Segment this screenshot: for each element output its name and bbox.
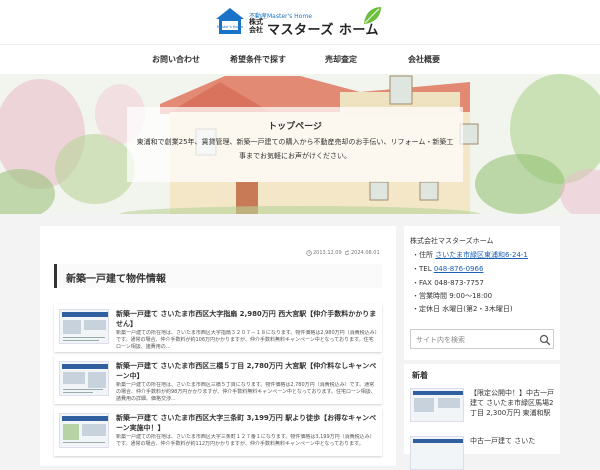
site-logo[interactable]: Master's Home 不動産Master's Home 株式会社 マスター…: [215, 5, 385, 39]
sidebar-holiday: ・定休日 水曜日(第2・3木曜日): [412, 305, 513, 313]
tel-label: ・TEL: [412, 265, 434, 273]
main-content: 2013.12.09 2024.08.01 新築一戸建て物件情報 新築一戸建て …: [40, 226, 396, 466]
section-heading: 新築一戸建て物件情報: [54, 264, 382, 288]
global-nav: お問い合わせ 希望条件で探す 売却査定 会社概要: [0, 44, 600, 74]
sidebar-hours: ・営業時間 9:00～18:00: [412, 292, 493, 300]
post-excerpt: 新築一戸建ての所在地は、さいたま市西区三橋５丁目になります。物件価格は2,780…: [116, 382, 376, 402]
hero-description: 東浦和で創業25年、賃貸管理、新築一戸建ての購入から不動産売却のお手伝い、リフォ…: [136, 138, 454, 160]
site-search-input[interactable]: サイト内を検索: [410, 329, 554, 349]
post-title[interactable]: 新築一戸建て さいたま市西区三橋５丁目 2,780万円 大宮駅【仲介料なしキャン…: [116, 361, 378, 381]
post-excerpt: 新築一戸建ての所在地は、さいたま市西区大字指扇３２０７－１８になります。物件価格…: [116, 330, 378, 350]
sidebar-tel: ・TEL 048-876-0966: [412, 264, 483, 274]
post-excerpt: 新築一戸建ての所在地は、さいたま市西区大字三条町１２７番１になります。物件価格は…: [116, 434, 375, 447]
post-card[interactable]: 新築一戸建て さいたま市西区大字指扇 2,980万円 西大宮駅【仲介手数料かかり…: [54, 304, 382, 352]
page-title: トップページ: [268, 122, 322, 132]
post-thumbnail[interactable]: [59, 413, 109, 448]
updated-date: 2024.08.01: [351, 250, 380, 256]
site-header: Master's Home 不動産Master's Home 株式会社 マスター…: [0, 0, 600, 44]
nav-item-search-conditions[interactable]: 希望条件で探す: [212, 45, 304, 75]
new-post-title[interactable]: 中古一戸建て さいた: [470, 436, 556, 446]
logo-house-text: Master's Home: [217, 25, 243, 29]
sidebar-company-info: 株式会社マスターズホーム ・住所 さいたま市緑区東浦和6-24-1 ・TEL 0…: [404, 226, 560, 360]
house-logo-icon: Master's Home: [216, 8, 244, 34]
post-title[interactable]: 新築一戸建て さいたま市西区大字三条町 3,199万円 駅より徒歩【お得なキャン…: [116, 413, 378, 433]
address-label: ・住所: [412, 251, 436, 259]
nav-item-company-profile[interactable]: 会社概要: [378, 45, 470, 75]
address-link[interactable]: さいたま市緑区東浦和6-24-1: [435, 251, 528, 259]
refresh-icon: [344, 250, 350, 256]
search-placeholder: サイト内を検索: [416, 336, 465, 344]
new-post-thumbnail[interactable]: [410, 436, 464, 470]
post-card[interactable]: 新築一戸建て さいたま市西区大字三条町 3,199万円 駅より徒歩【お得なキャン…: [54, 408, 382, 456]
new-post-thumbnail[interactable]: [410, 388, 464, 422]
sidebar-company-title: 株式会社マスターズホーム: [410, 237, 494, 245]
tel-link[interactable]: 048-876-0966: [434, 265, 484, 273]
clock-icon: [306, 250, 312, 256]
post-thumbnail[interactable]: [59, 361, 109, 396]
nav-item-sale-appraisal[interactable]: 売却査定: [295, 45, 387, 75]
new-post-title[interactable]: 【限定公開中！】中古一戸建て さいたま市緑区馬場2丁目 2,300万円 東浦和駅: [470, 388, 556, 418]
logo-corp-text: 株式会社: [249, 18, 263, 34]
post-title[interactable]: 新築一戸建て さいたま市西区大字指扇 2,980万円 西大宮駅【仲介手数料かかり…: [116, 309, 378, 329]
new-posts-title: 新着: [412, 371, 428, 380]
search-icon[interactable]: [539, 334, 551, 346]
hero-caption-box: トップページ 東浦和で創業25年、賃貸管理、新築一戸建ての購入から不動産売却のお…: [127, 107, 463, 182]
sidebar-fax: ・FAX 048-873-7757: [412, 279, 484, 287]
post-thumbnail[interactable]: [59, 309, 109, 344]
sidebar-address: ・住所 さいたま市緑区東浦和6-24-1: [412, 250, 528, 260]
leaf-icon: [364, 7, 381, 24]
post-card[interactable]: 新築一戸建て さいたま市西区三橋５丁目 2,780万円 大宮駅【仲介料なしキャン…: [54, 356, 382, 404]
published-date: 2013.12.09: [313, 250, 342, 256]
nav-item-contact[interactable]: お問い合わせ: [130, 45, 222, 75]
section-heading-text: 新築一戸建て物件情報: [66, 274, 166, 285]
sidebar-new-posts: 新着 【限定公開中！】中古一戸建て さいたま市緑区馬場2丁目 2,300万円 東…: [404, 364, 560, 470]
